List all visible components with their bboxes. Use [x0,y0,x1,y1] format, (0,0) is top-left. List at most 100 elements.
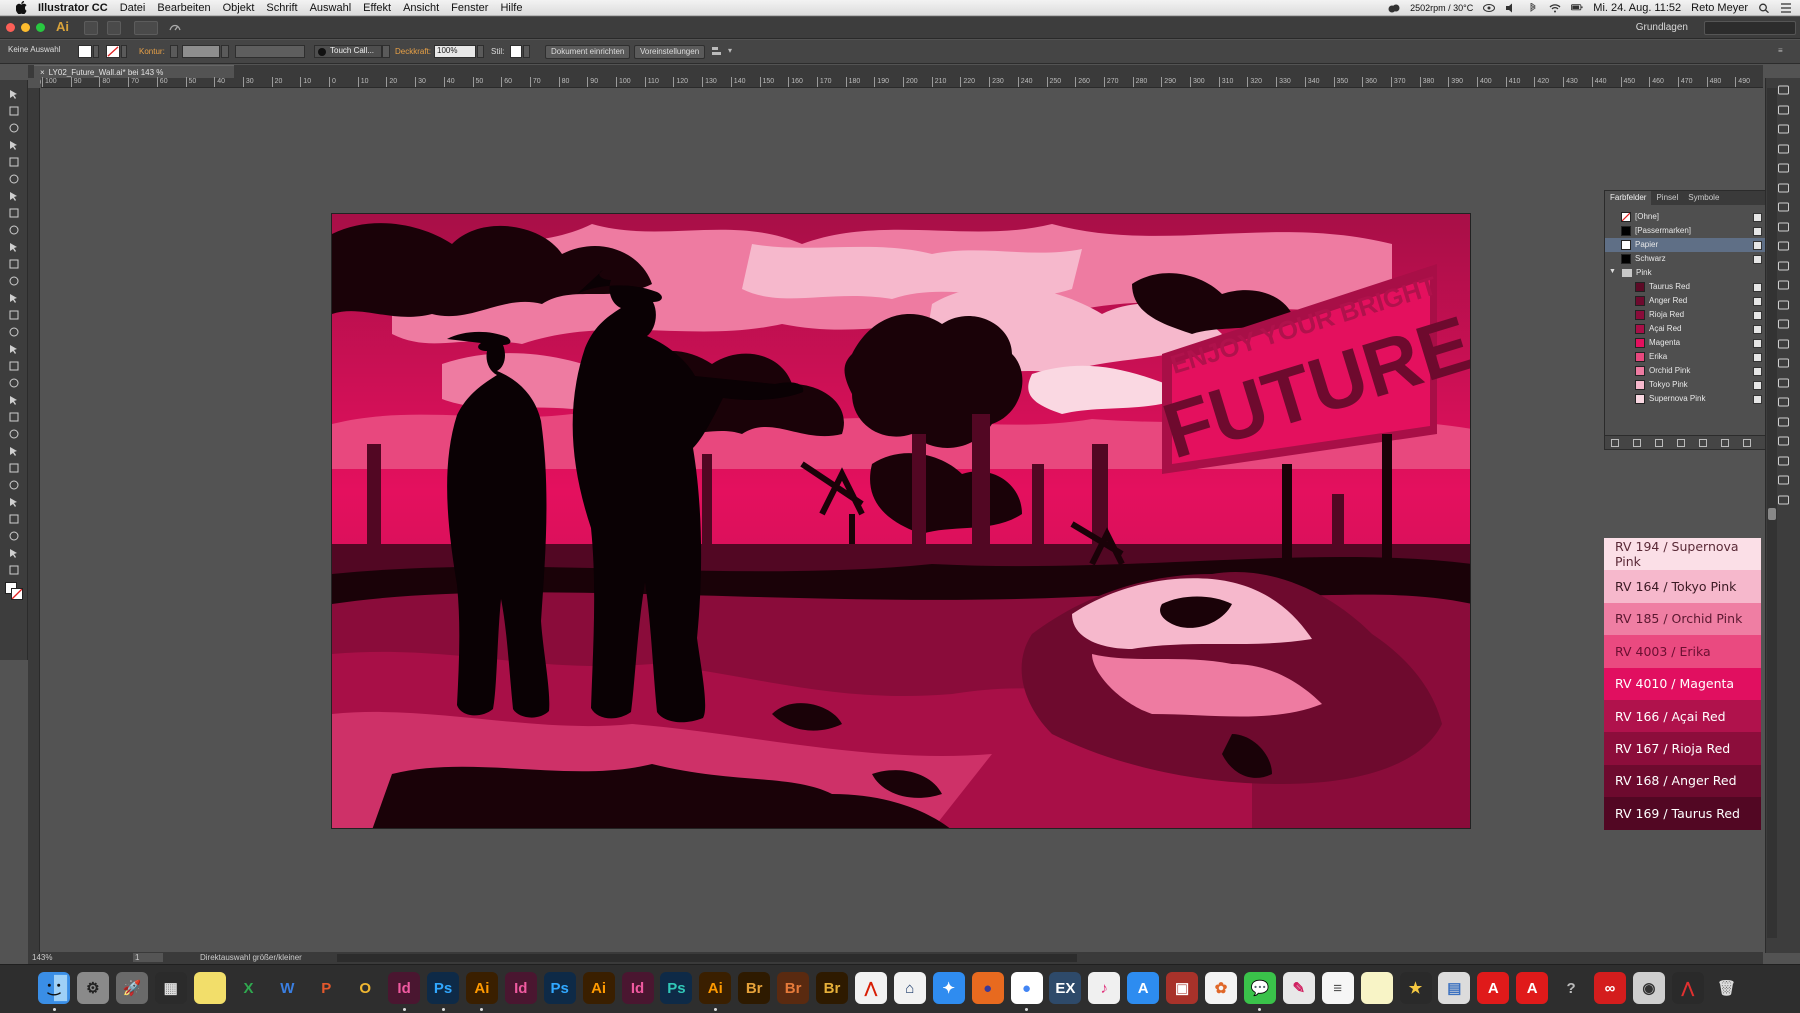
bluetooth-icon[interactable] [1527,2,1539,13]
dock-powerpoint-icon[interactable]: P [310,972,342,1004]
align-options-icon[interactable] [711,45,723,57]
dock-imovie-icon[interactable]: ★ [1399,972,1432,1004]
stroke-label[interactable]: Kontur: [139,47,165,56]
minimize-window-button[interactable] [21,23,30,32]
dock-help-icon[interactable]: ? [1555,972,1587,1004]
dock-finder-icon[interactable] [38,972,70,1004]
lasso-tool-icon[interactable] [7,139,21,151]
stroke-weight-dropdown[interactable] [221,45,229,58]
horizontal-ruler[interactable]: 100 90 80 70 60 50 40 30 20 10 0 10 20 30 40 50 60 70 80 90… [41,77,1763,88]
bridge-button[interactable] [84,21,98,35]
swatch-group-row[interactable]: ▼ Pink [1605,266,1768,280]
spotlight-search-icon[interactable] [1758,3,1770,14]
swatch-row[interactable]: Magenta [1605,336,1768,350]
dock-bridge-3-icon[interactable]: Br [816,972,848,1004]
eye-status-icon[interactable] [1483,3,1496,13]
libraries-panel-icon[interactable] [1777,104,1790,116]
menu-hilfe[interactable]: Hilfe [500,2,522,14]
tab-swatches[interactable]: Farbfelder [1605,191,1652,205]
asset-export-icon[interactable] [1777,143,1790,155]
swatch-library-icon[interactable] [1611,439,1619,447]
appearance-panel-icon[interactable] [1777,162,1790,174]
creative-cloud-status-icon[interactable] [1388,3,1400,13]
dock-photos-icon[interactable]: ✿ [1205,972,1237,1004]
dock-adobe-1-icon[interactable]: A [1477,972,1510,1004]
variable-width-profile[interactable] [235,45,305,58]
artboard-tool-icon[interactable] [7,513,21,525]
menu-effekt[interactable]: Effekt [363,2,391,14]
eraser-tool-icon[interactable] [7,292,21,304]
swatch-options-icon[interactable] [1677,439,1685,447]
scale-tool-icon[interactable] [7,326,21,338]
swatch-row[interactable]: Papier [1605,238,1768,252]
horizontal-scrollbar[interactable] [337,954,1077,962]
preferences-button[interactable]: Voreinstellungen [634,45,706,59]
perspective-grid-tool-icon[interactable] [7,394,21,406]
graphic-style-swatch[interactable] [510,45,522,58]
paragraph-panel-icon[interactable] [1777,318,1790,330]
workspace-switcher[interactable]: Grundlagen [1636,22,1688,33]
dock-word-icon[interactable]: W [271,972,303,1004]
arrange-documents-button[interactable] [134,21,158,35]
pencil-tool-icon[interactable] [7,275,21,287]
document-setup-button[interactable]: Dokument einrichten [545,45,631,59]
dock-illustrator-1-icon[interactable]: Ai [465,972,498,1004]
dock-firefox-icon[interactable]: ● [971,972,1004,1004]
dock-notes-icon[interactable] [1360,972,1393,1004]
stroke-weight-input[interactable] [182,45,220,58]
help-search-input[interactable] [1704,21,1796,35]
width-tool-icon[interactable] [7,343,21,355]
stroke-weight-stepper[interactable] [170,45,178,58]
dock-bridge-2-icon[interactable]: Br [777,972,810,1004]
color-legend[interactable]: RV 194 / Supernova Pink RV 164 / Tokyo Pi… [1604,538,1761,830]
graphic-styles-icon[interactable] [1777,396,1790,408]
stroke-panel-icon[interactable] [1777,240,1790,252]
disclosure-triangle-icon[interactable]: ▼ [1609,268,1616,275]
align-panel-icon[interactable] [1777,435,1790,447]
dock-home-app-icon[interactable]: ⌂ [893,972,926,1004]
dock-trash-icon[interactable]: 🗑 [1711,972,1743,1004]
zoom-window-button[interactable] [36,23,45,32]
dock-outlook-icon[interactable]: O [349,972,381,1004]
pen-tool-icon[interactable] [7,156,21,168]
gradient-panel-icon[interactable] [1777,260,1790,272]
menu-schrift[interactable]: Schrift [266,2,297,14]
dock-indesign-1-icon[interactable]: Id [388,972,421,1004]
fill-dropdown[interactable] [93,45,99,58]
dock-disk-utility-icon[interactable]: ◉ [1632,972,1665,1004]
swatches-panel-icon[interactable] [1777,182,1790,194]
dock-photoshop-1-icon[interactable]: Ps [427,972,459,1004]
rotate-tool-icon[interactable] [7,309,21,321]
dock-launchpad-icon[interactable]: 🚀 [115,972,148,1004]
dock-skitch-icon[interactable]: ✎ [1282,972,1315,1004]
stroke-color-box[interactable] [11,588,23,600]
dock-messages-icon[interactable]: 💬 [1243,972,1276,1004]
pathfinder-panel-icon[interactable] [1777,455,1790,467]
swatch-row[interactable]: Tokyo Pink [1605,378,1768,392]
dock-indesign-2-icon[interactable]: Id [504,972,537,1004]
menu-ansicht[interactable]: Ansicht [403,2,439,14]
menu-datei[interactable]: Datei [120,2,146,14]
color-guide-icon[interactable] [1777,377,1790,389]
brushes-panel-icon[interactable] [1777,201,1790,213]
gpu-performance-icon[interactable] [168,21,182,35]
apple-icon[interactable] [14,1,28,15]
menu-auswahl[interactable]: Auswahl [310,2,352,14]
links-panel-icon[interactable] [1777,474,1790,486]
vertical-ruler[interactable] [28,88,40,954]
brush-definition-dropdown[interactable]: Touch Call... [314,45,382,58]
menu-fenster[interactable]: Fenster [451,2,488,14]
dock-safari-icon[interactable]: ✦ [932,972,965,1004]
swatch-row[interactable]: Schwarz [1605,252,1768,266]
swatch-row[interactable]: Supernova Pink [1605,392,1768,406]
stroke-dropdown[interactable] [121,45,127,58]
artboard[interactable]: ENJOY YOUR BRIGHT FUTURE [331,213,1471,829]
tab-brushes[interactable]: Pinsel [1651,191,1683,205]
rectangle-tool-icon[interactable] [7,224,21,236]
swatch-row[interactable]: [Passermarken] [1605,224,1768,238]
tab-symbols[interactable]: Symbole [1683,191,1724,205]
show-kind-icon[interactable] [1655,439,1663,447]
stock-button[interactable] [107,21,121,35]
zoom-tool-icon[interactable] [7,564,21,576]
paintbrush-tool-icon[interactable] [7,241,21,253]
